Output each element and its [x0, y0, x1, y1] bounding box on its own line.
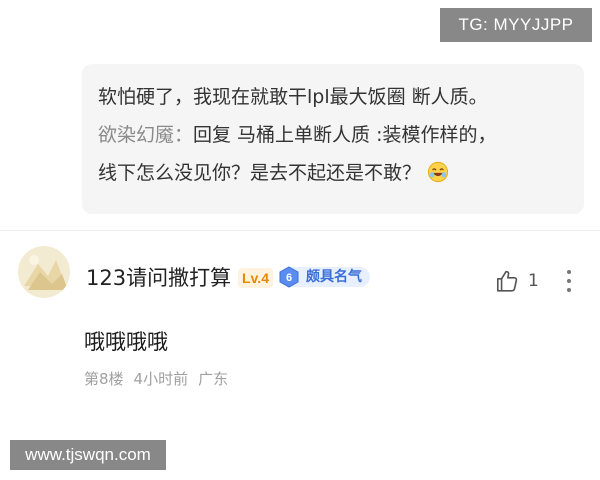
quote-line-1: 软怕硬了，我现在就敢干lpl最大饭圈 断人质。 [98, 86, 488, 108]
comment-meta: 第8楼 4小时前 广东 [84, 368, 228, 389]
avatar-image [18, 246, 70, 298]
like-count: 1 [528, 271, 539, 291]
comment-text: 哦哦哦哦 [84, 330, 168, 354]
comment-location: 广东 [198, 370, 229, 388]
watermark-bottom: www.tjswqn.com [10, 440, 166, 470]
comment-floor: 第8楼 [84, 370, 124, 388]
section-divider [0, 230, 600, 231]
more-options-icon[interactable] [562, 268, 576, 294]
quote-line-2: 欲染幻魇：回复 马桶上单断人质 :装模作样的， [98, 116, 570, 154]
quote-author[interactable]: 欲染幻魇： [98, 124, 193, 146]
thumbs-up-icon [496, 270, 518, 292]
laughing-face-icon [427, 161, 449, 183]
fame-label: 颇具名气 [290, 267, 370, 287]
quote-reply-text: 回复 马桶上单断人质 :装模作样的， [193, 124, 497, 146]
fame-number: 6 [286, 272, 292, 284]
fame-badge[interactable]: 6 颇具名气 [278, 266, 370, 288]
user-level-badge: Lv.4 [238, 268, 273, 288]
quote-line-3: 线下怎么没见你？是去不起还是不敢？ [98, 154, 570, 192]
quoted-reply-block[interactable]: 软怕硬了，我现在就敢干lpl最大饭圈 断人质。 欲染幻魇：回复 马桶上单断人质 … [82, 64, 584, 214]
comment-time: 4小时前 [133, 370, 189, 388]
watermark-top: TG: MYYJJPP [440, 8, 592, 42]
comment-username[interactable]: 123请问撒打算 [86, 262, 231, 292]
user-avatar[interactable] [18, 246, 70, 298]
like-button[interactable]: 1 [494, 268, 539, 294]
quote-line-3-text: 线下怎么没见你？是去不起还是不敢？ [98, 162, 422, 184]
fame-hexagon-icon: 6 [279, 266, 299, 288]
